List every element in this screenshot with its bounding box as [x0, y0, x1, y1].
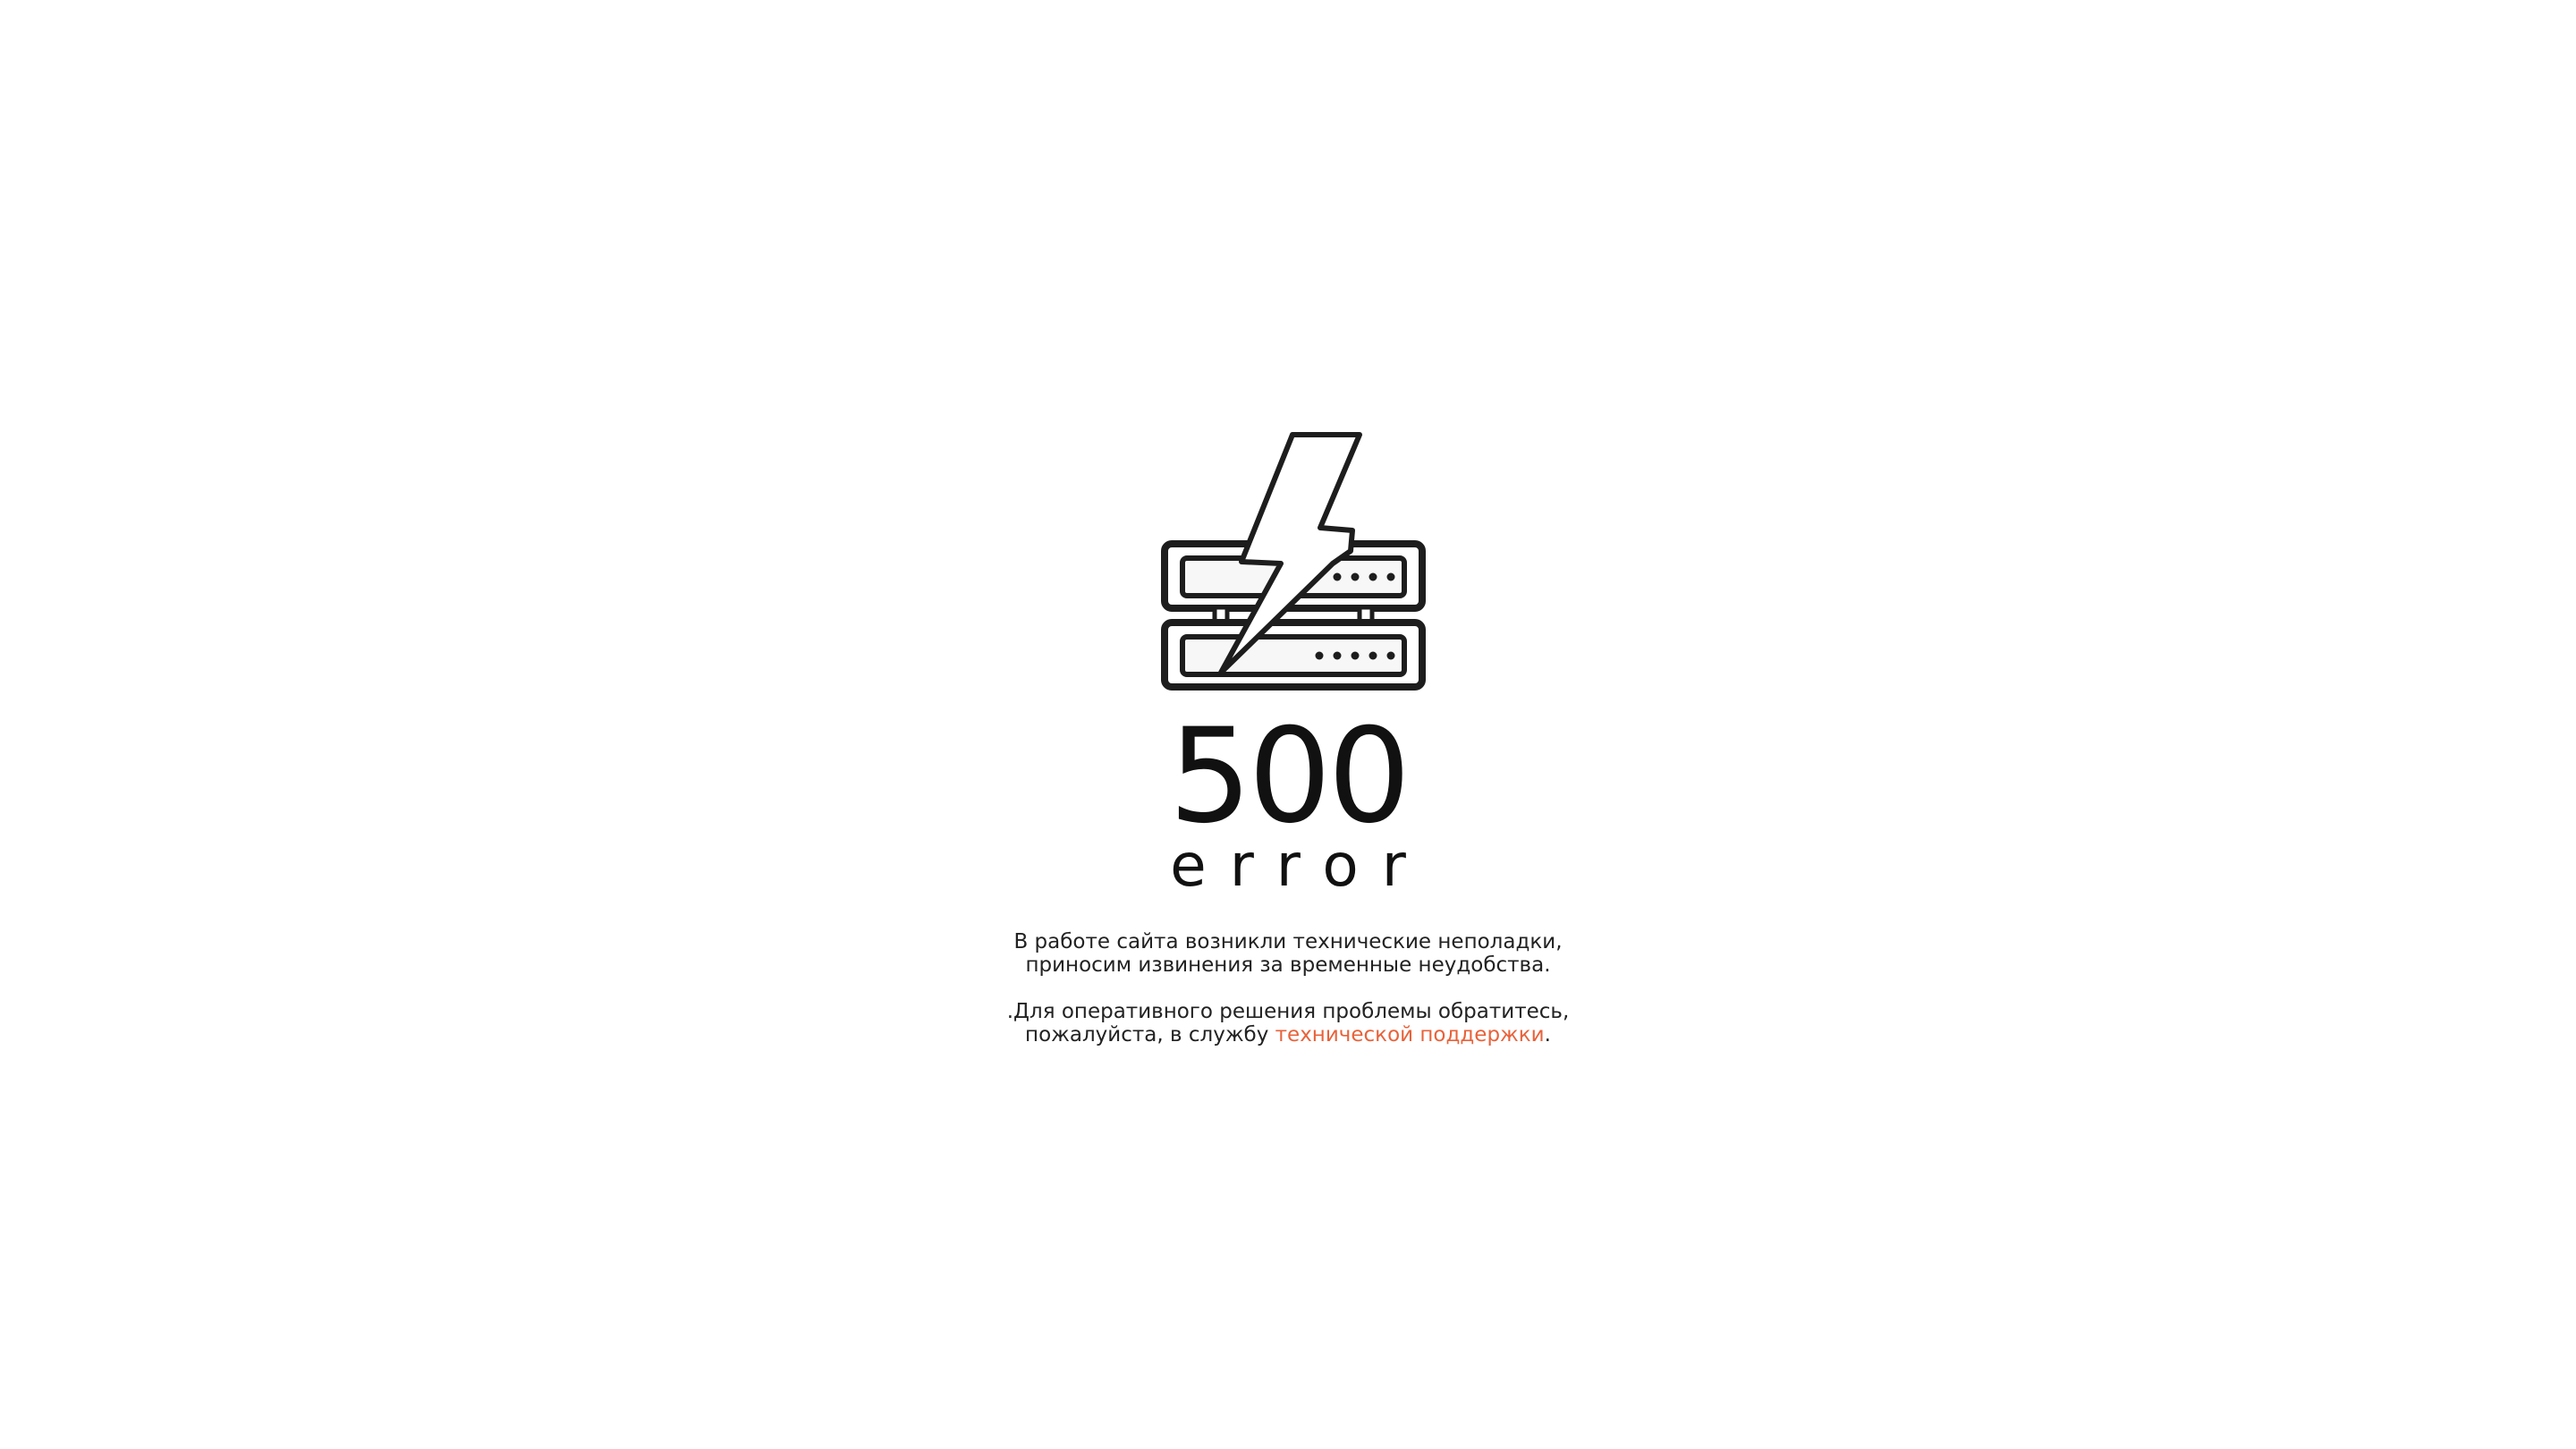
message-line-4: пожалуйста, в службу технической поддерж…	[0, 1023, 2576, 1046]
server-lightning-icon	[1161, 432, 1426, 691]
error-page: 500 error В работе сайта возникли технич…	[0, 0, 2576, 1449]
message-line-3: .Для оперативного решения проблемы обрат…	[1006, 1000, 1570, 1023]
error-label: error	[1170, 831, 1429, 900]
support-link[interactable]: технической поддержки	[1275, 1023, 1545, 1046]
error-code: 500	[1168, 700, 1411, 852]
message-line-4-prefix: пожалуйста, в службу	[1025, 1023, 1275, 1046]
message-line-4-suffix: .	[1544, 1023, 1551, 1046]
message-line-1: В работе сайта возникли технические непо…	[1013, 930, 1563, 953]
message-line-2: приносим извинения за временные неудобст…	[1025, 953, 1551, 977]
error-message: В работе сайта возникли технические непо…	[0, 930, 2576, 1046]
